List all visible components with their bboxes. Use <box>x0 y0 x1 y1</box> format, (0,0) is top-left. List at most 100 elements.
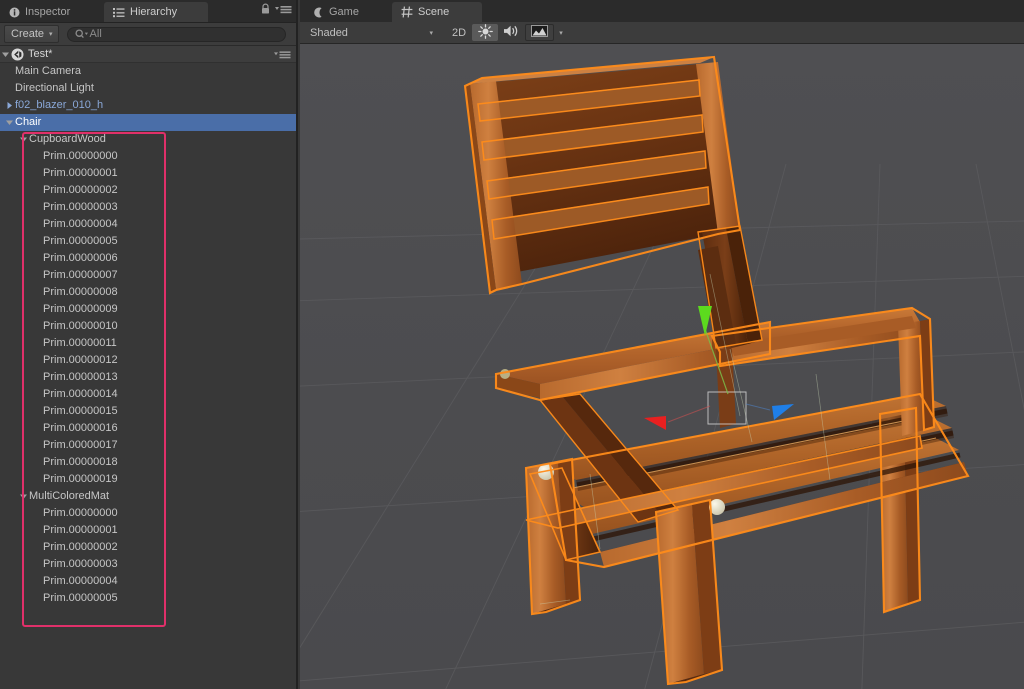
hierarchy-row[interactable]: Prim.00000012 <box>0 352 296 369</box>
hierarchy-row[interactable]: Prim.00000015 <box>0 403 296 420</box>
audio-icon <box>503 24 520 41</box>
lock-icon[interactable] <box>260 3 271 18</box>
toggle-lighting-button[interactable] <box>472 23 498 42</box>
hierarchy-row-label: Prim.00000010 <box>43 320 118 332</box>
tab-inspector[interactable]: Inspector <box>0 2 100 22</box>
hierarchy-row[interactable]: Prim.00000001 <box>0 165 296 182</box>
hierarchy-row-label: Prim.00000015 <box>43 405 118 417</box>
hierarchy-row[interactable]: Prim.00000005 <box>0 233 296 250</box>
chevron-right-icon[interactable] <box>4 101 15 110</box>
tab-game-label: Game <box>329 6 359 18</box>
hierarchy-row[interactable]: Prim.00000001 <box>0 522 296 539</box>
hierarchy-row-label: Prim.00000009 <box>43 303 118 315</box>
hierarchy-row-label: Prim.00000019 <box>43 473 118 485</box>
draw-mode-label: Shaded <box>310 26 348 39</box>
hierarchy-row[interactable]: f02_blazer_010_h <box>0 97 296 114</box>
chevron-down-icon[interactable] <box>0 50 11 59</box>
hierarchy-row[interactable]: Directional Light <box>0 80 296 97</box>
hierarchy-toolbar: Create ▾ All <box>0 23 296 46</box>
create-button-label: Create <box>11 28 45 40</box>
hierarchy-row[interactable]: Prim.00000014 <box>0 386 296 403</box>
chevron-down-icon[interactable] <box>18 492 29 501</box>
hierarchy-row-label: Directional Light <box>15 82 94 94</box>
chevron-down-icon: ▾ <box>559 29 563 37</box>
hierarchy-row-label: Prim.00000014 <box>43 388 118 400</box>
chevron-down-icon: ▾ <box>49 31 53 38</box>
info-icon <box>9 7 20 18</box>
hierarchy-row-label: CupboardWood <box>29 133 106 145</box>
hierarchy-row-list: Main Camera Directional Light f02_blazer_0… <box>0 63 296 607</box>
hierarchy-row-label: Prim.00000005 <box>43 592 118 604</box>
hierarchy-row[interactable]: Chair <box>0 114 296 131</box>
tab-scene[interactable]: Scene <box>392 2 482 22</box>
hierarchy-row-label: Prim.00000016 <box>43 422 118 434</box>
hierarchy-tree[interactable]: Test* Main Camera Directional Light f02_bl… <box>0 46 296 689</box>
chevron-down-icon: ▾ <box>429 29 433 37</box>
hierarchy-row[interactable]: Prim.00000004 <box>0 216 296 233</box>
hierarchy-row[interactable]: Prim.00000002 <box>0 182 296 199</box>
unity-editor-window: Inspector Hierarchy Create ▾ All Test* M… <box>0 0 1024 689</box>
hierarchy-row-label: Prim.00000011 <box>43 337 117 349</box>
hierarchy-row[interactable]: Prim.00000006 <box>0 250 296 267</box>
hierarchy-row-label: f02_blazer_010_h <box>15 99 104 111</box>
list-icon <box>113 7 125 18</box>
sun-icon <box>477 23 493 42</box>
chevron-down-icon[interactable] <box>18 135 29 144</box>
hierarchy-row-label: Prim.00000004 <box>43 575 118 587</box>
hierarchy-row[interactable]: Prim.00000003 <box>0 199 296 216</box>
hierarchy-row-label: Prim.00000008 <box>43 286 118 298</box>
hierarchy-row[interactable]: Prim.00000017 <box>0 437 296 454</box>
hierarchy-row-label: Prim.00000000 <box>43 150 118 162</box>
hierarchy-row[interactable]: Prim.00000013 <box>0 369 296 386</box>
draw-mode-dropdown[interactable]: Shaded ▾ <box>302 24 438 41</box>
hierarchy-row[interactable]: Prim.00000004 <box>0 573 296 590</box>
hierarchy-row-label: Prim.00000002 <box>43 184 118 196</box>
scene-panel: Game Scene Shaded ▾ 2D ▾ <box>300 0 1024 689</box>
chevron-down-icon[interactable] <box>4 118 15 127</box>
grid-icon <box>401 6 413 18</box>
tab-hierarchy[interactable]: Hierarchy <box>104 2 208 22</box>
hierarchy-row[interactable]: Prim.00000003 <box>0 556 296 573</box>
hierarchy-row-label: Prim.00000007 <box>43 269 118 281</box>
hierarchy-row-label: Prim.00000017 <box>43 439 118 451</box>
hierarchy-row-label: Prim.00000001 <box>43 167 118 179</box>
hierarchy-row[interactable]: Prim.00000018 <box>0 454 296 471</box>
toggle-2d-button[interactable]: 2D <box>446 24 472 41</box>
toggle-audio-button[interactable] <box>498 24 525 41</box>
create-button[interactable]: Create ▾ <box>4 25 59 43</box>
tab-scene-label: Scene <box>418 6 450 18</box>
hierarchy-row[interactable]: Prim.00000007 <box>0 267 296 284</box>
hierarchy-row[interactable]: Prim.00000000 <box>0 505 296 522</box>
hierarchy-row[interactable]: Prim.00000002 <box>0 539 296 556</box>
unity-logo-icon <box>11 48 24 61</box>
scene-viewport[interactable] <box>300 44 1024 689</box>
hierarchy-row-label: Chair <box>15 116 42 128</box>
hierarchy-row[interactable]: Prim.00000008 <box>0 284 296 301</box>
hierarchy-tab-controls <box>260 3 292 18</box>
panel-menu-icon[interactable] <box>275 4 292 18</box>
hierarchy-row[interactable]: Prim.00000005 <box>0 590 296 607</box>
scene-fx-button[interactable] <box>525 24 554 41</box>
hierarchy-row[interactable]: MultiColoredMat <box>0 488 296 505</box>
hierarchy-row-label: Prim.00000003 <box>43 558 118 570</box>
hierarchy-row[interactable]: Prim.00000000 <box>0 148 296 165</box>
image-fx-icon <box>531 25 548 40</box>
hierarchy-row-label: Prim.00000006 <box>43 252 118 264</box>
scene-root-row[interactable]: Test* <box>0 46 296 63</box>
hierarchy-row[interactable]: Main Camera <box>0 63 296 80</box>
hierarchy-row[interactable]: Prim.00000019 <box>0 471 296 488</box>
hierarchy-row[interactable]: Prim.00000011 <box>0 335 296 352</box>
scene-menu-icon[interactable] <box>274 50 291 63</box>
hierarchy-panel: Inspector Hierarchy Create ▾ All Test* M… <box>0 0 298 689</box>
hierarchy-row[interactable]: Prim.00000016 <box>0 420 296 437</box>
scene-fx-dropdown[interactable]: ▾ <box>554 24 568 41</box>
hierarchy-row-label: Main Camera <box>15 65 82 77</box>
hierarchy-row[interactable]: Prim.00000010 <box>0 318 296 335</box>
hierarchy-row-label: Prim.00000013 <box>43 371 118 383</box>
search-input[interactable]: All <box>66 26 286 42</box>
hierarchy-row[interactable]: CupboardWood <box>0 131 296 148</box>
scene-root-label: Test* <box>28 47 53 60</box>
tab-game[interactable]: Game <box>304 2 388 22</box>
hierarchy-row[interactable]: Prim.00000009 <box>0 301 296 318</box>
hierarchy-row-label: Prim.00000018 <box>43 456 118 468</box>
